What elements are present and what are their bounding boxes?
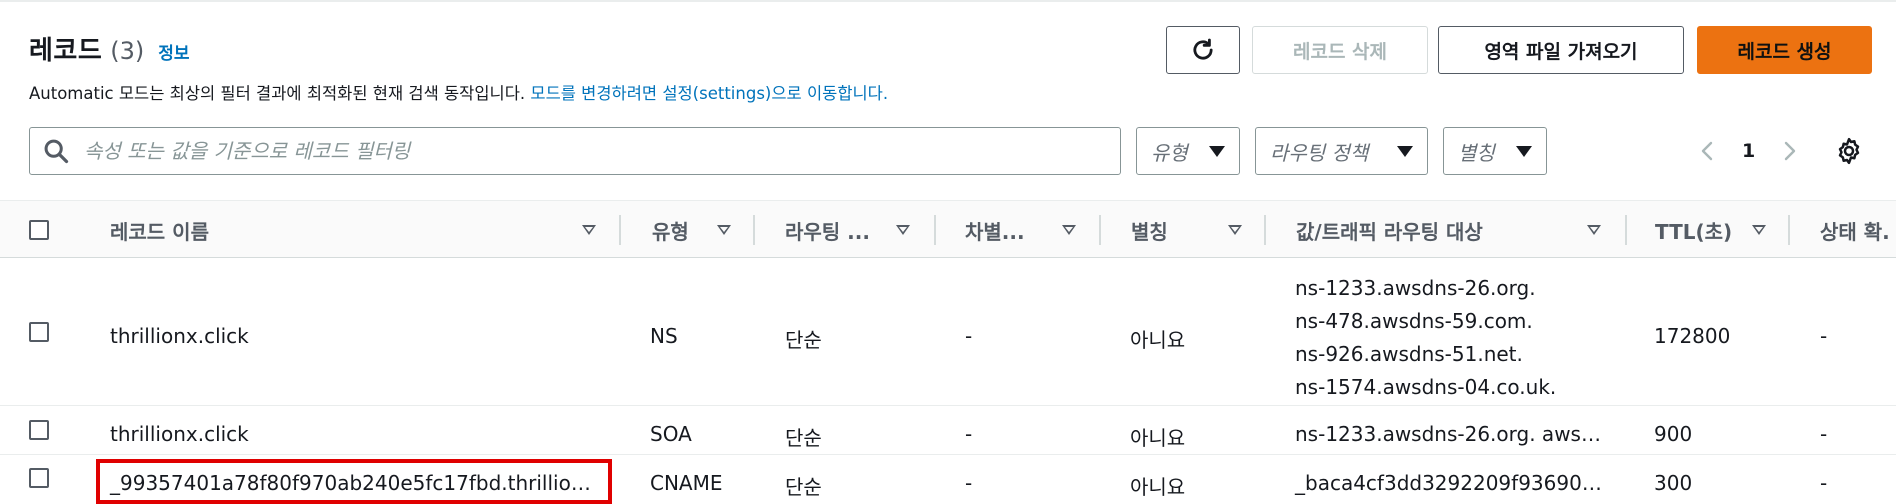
alias-filter-placeholder: 별칭 [1458, 140, 1495, 165]
settings-link[interactable]: 모드를 변경하려면 설정(settings)으로 이동합니다. [530, 84, 888, 103]
page-header: 레코드 (3) 정보 [29, 30, 190, 66]
row-checkbox[interactable] [29, 420, 49, 440]
column-header-type[interactable]: 유형 [652, 201, 689, 259]
column-divider[interactable] [1788, 215, 1790, 245]
ttl: 300 [1654, 471, 1693, 495]
top-divider [0, 0, 1896, 2]
differentiator: - [965, 324, 973, 348]
value-line: ns-1233.awsdns-26.org. [1295, 276, 1536, 300]
column-divider[interactable] [1099, 215, 1101, 245]
page-title: 레코드 [29, 36, 103, 66]
record-name: thrillionx.click [110, 324, 249, 348]
column-header-alias[interactable]: 별칭 [1131, 201, 1168, 259]
type-filter-select[interactable]: 유형 [1136, 127, 1240, 175]
differentiator: - [965, 422, 973, 446]
info-link[interactable]: 정보 [158, 39, 189, 64]
search-input[interactable] [84, 139, 1084, 163]
health-check: - [1820, 471, 1828, 495]
refresh-button[interactable] [1166, 26, 1240, 74]
record-filter-search[interactable] [29, 127, 1121, 175]
column-header-routing-policy[interactable]: 라우팅 ... [785, 201, 870, 259]
column-header-health-check[interactable]: 상태 확. [1820, 201, 1890, 259]
pagination: 1 [1696, 130, 1801, 172]
column-label: 차별... [965, 219, 1025, 244]
record-type: SOA [650, 422, 692, 446]
ttl: 172800 [1654, 324, 1731, 348]
column-label: 라우팅 ... [785, 219, 870, 244]
routing-policy: 단순 [785, 328, 822, 352]
alias: 아니요 [1130, 328, 1186, 352]
row-checkbox[interactable] [29, 468, 49, 488]
value-line: ns-926.awsdns-51.net. [1295, 342, 1523, 366]
value-line: ns-1574.awsdns-04.co.uk. [1295, 375, 1557, 399]
column-header-value[interactable]: 값/트래픽 라우팅 대상 [1296, 201, 1483, 259]
column-divider[interactable] [1625, 215, 1627, 245]
select-all-checkbox[interactable] [29, 220, 49, 240]
column-divider[interactable] [619, 215, 621, 245]
routing-filter-placeholder: 라우팅 정책 [1270, 140, 1369, 165]
description-text: Automatic 모드는 최상의 필터 결과에 최적화된 현재 검색 동작입니… [29, 84, 531, 103]
column-label: 유형 [652, 219, 689, 244]
column-label: 별칭 [1131, 219, 1168, 244]
search-icon [44, 139, 69, 164]
column-divider[interactable] [934, 215, 936, 245]
column-header-differentiator[interactable]: 차별... [965, 201, 1025, 259]
row-divider [0, 405, 1896, 406]
column-divider[interactable] [753, 215, 755, 245]
search-mode-description: Automatic 모드는 최상의 필터 결과에 최적화된 현재 검색 동작입니… [29, 80, 888, 104]
caret-down-icon [1209, 145, 1225, 157]
refresh-icon [1193, 38, 1213, 60]
health-check: - [1820, 422, 1828, 446]
record-value: _baca4cf3dd3292209f93690… [1295, 471, 1602, 495]
column-label: 상태 확. [1820, 219, 1890, 244]
row-checkbox[interactable] [29, 322, 49, 342]
record-values: ns-1233.awsdns-26.org. ns-478.awsdns-59.… [1295, 272, 1556, 404]
ttl: 900 [1654, 422, 1693, 446]
alias: 아니요 [1130, 426, 1186, 450]
delete-records-button[interactable]: 레코드 삭제 [1252, 26, 1428, 74]
current-page-number[interactable]: 1 [1742, 140, 1755, 162]
record-name: _99357401a78f80f970ab240e5fc17fbd.thrill… [110, 471, 591, 495]
record-type: CNAME [650, 471, 723, 495]
alias-filter-select[interactable]: 별칭 [1443, 127, 1547, 175]
record-value: ns-1233.awsdns-26.org. aws… [1295, 422, 1601, 446]
row-divider [0, 454, 1896, 455]
record-type: NS [650, 324, 678, 348]
chevron-left-icon[interactable] [1696, 139, 1720, 163]
create-record-button[interactable]: 레코드 생성 [1697, 26, 1872, 74]
column-label: 레코드 이름 [110, 219, 209, 244]
routing-policy: 단순 [785, 475, 822, 499]
gear-icon[interactable] [1834, 136, 1864, 166]
chevron-right-icon[interactable] [1777, 139, 1801, 163]
column-header-record-name[interactable]: 레코드 이름 [110, 201, 209, 259]
routing-policy-filter-select[interactable]: 라우팅 정책 [1255, 127, 1428, 175]
routing-policy: 단순 [785, 426, 822, 450]
table-header: 레코드 이름 유형 라우팅 ... 차별... 별칭 값/트래픽 라우팅 대상 … [0, 200, 1896, 258]
column-header-ttl[interactable]: TTL(초) [1655, 201, 1732, 259]
health-check: - [1820, 324, 1828, 348]
alias: 아니요 [1130, 475, 1186, 499]
caret-down-icon [1397, 145, 1413, 157]
import-zone-file-button[interactable]: 영역 파일 가져오기 [1438, 26, 1684, 74]
record-name: thrillionx.click [110, 422, 249, 446]
column-divider[interactable] [1264, 215, 1266, 245]
column-label: TTL(초) [1655, 219, 1733, 244]
caret-down-icon [1516, 145, 1532, 157]
record-count: (3) [110, 37, 145, 65]
differentiator: - [965, 471, 973, 495]
column-label: 값/트래픽 라우팅 대상 [1296, 219, 1483, 244]
type-filter-placeholder: 유형 [1151, 140, 1188, 165]
value-line: ns-478.awsdns-59.com. [1295, 309, 1533, 333]
